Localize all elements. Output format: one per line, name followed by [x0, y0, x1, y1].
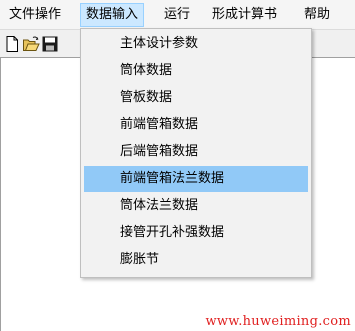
dropdown-item-expansion-joint[interactable]: 膨胀节 [84, 247, 308, 273]
save-icon[interactable] [41, 35, 59, 53]
watermark-text: www.huweiming.com [205, 314, 351, 329]
dropdown-item-rear-channel-data[interactable]: 后端管箱数据 [84, 139, 308, 165]
menu-data-input[interactable]: 数据输入 [80, 3, 145, 27]
data-input-dropdown-menu: 主体设计参数 筒体数据 管板数据 前端管箱数据 后端管箱数据 前端管箱法兰数据 … [80, 28, 312, 278]
dropdown-item-shell-data[interactable]: 筒体数据 [84, 58, 308, 84]
dropdown-item-front-channel-flange-data[interactable]: 前端管箱法兰数据 [84, 166, 308, 192]
dropdown-item-front-channel-data[interactable]: 前端管箱数据 [84, 112, 308, 138]
menu-run[interactable]: 运行 [159, 4, 195, 26]
dropdown-item-shell-flange-data[interactable]: 筒体法兰数据 [84, 193, 308, 219]
menu-generate-report[interactable]: 形成计算书 [207, 4, 282, 26]
dropdown-item-main-design-parameters[interactable]: 主体设计参数 [84, 31, 308, 57]
menu-help[interactable]: 帮助 [299, 4, 335, 26]
open-folder-icon[interactable] [22, 35, 40, 53]
dropdown-item-tubesheet-data[interactable]: 管板数据 [84, 85, 308, 111]
new-file-icon[interactable] [3, 35, 21, 53]
dropdown-item-nozzle-reinforcement-data[interactable]: 接管开孔补强数据 [84, 220, 308, 246]
menu-file[interactable]: 文件操作 [4, 4, 66, 26]
menu-bar: 文件操作 数据输入 运行 形成计算书 帮助 [0, 0, 355, 30]
